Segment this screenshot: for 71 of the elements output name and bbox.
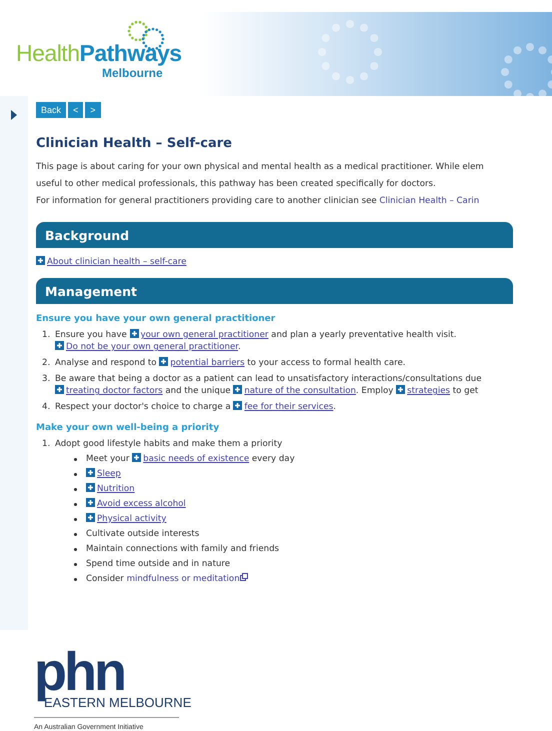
- expand-icon[interactable]: [86, 468, 95, 477]
- list-text: Do not be your own general practitioner.: [55, 341, 457, 353]
- expand-link[interactable]: Nutrition: [97, 484, 135, 494]
- bullet-text: Maintain connections with family and friends: [86, 543, 280, 555]
- list-number: 3.: [42, 373, 52, 386]
- expand-icon[interactable]: [396, 385, 406, 394]
- expand-icon[interactable]: [55, 341, 64, 350]
- external-link-icon: [240, 573, 248, 581]
- footer-logo: phn: [34, 645, 124, 699]
- list-number: 1.: [42, 329, 52, 342]
- expand-icon[interactable]: [86, 483, 95, 492]
- expand-link[interactable]: Sleep: [97, 469, 121, 479]
- expand-link[interactable]: fee for their services: [244, 402, 334, 412]
- bullet-icon: [74, 532, 77, 536]
- expand-link[interactable]: your own general practitioner: [140, 330, 268, 340]
- intro-text: This page is about caring for your own physical and mental health as a medical practitioner. While elem: [36, 161, 485, 173]
- list-text: treating doctor factors and the unique nature of the consultation. Employ strategies to get: [55, 385, 482, 397]
- expand-link[interactable]: basic needs of existence: [143, 454, 250, 464]
- expand-icon[interactable]: [86, 513, 95, 522]
- expand-icon[interactable]: [36, 256, 45, 265]
- bullet-text: Consider mindfulness or meditation: [86, 573, 248, 585]
- bullet-icon: [74, 472, 77, 476]
- list-number: 4.: [42, 401, 52, 413]
- bullet-icon: [74, 562, 77, 566]
- bullet-icon: [74, 518, 77, 520]
- list-text: Adopt good lifestyle habits and make them a priority: [55, 438, 282, 450]
- expand-icon[interactable]: [55, 385, 64, 394]
- list-number: 2.: [42, 357, 52, 369]
- expand-icon[interactable]: [130, 329, 139, 338]
- bullet-icon: [74, 502, 77, 506]
- expand-link[interactable]: About clinician health – self-care: [47, 257, 186, 267]
- logo-subtitle: Melbourne: [102, 67, 163, 79]
- back-button[interactable]: Back: [36, 102, 66, 118]
- nav-button[interactable]: <: [68, 102, 84, 118]
- list-text: Respect your doctor's choice to charge a fee for their services.: [55, 401, 336, 413]
- page-title: Clinician Health – Self-care: [36, 136, 233, 151]
- nav-button[interactable]: >: [85, 102, 101, 118]
- expand-link[interactable]: potential barriers: [170, 358, 245, 368]
- bullet-text: Meet your basic needs of existence every day: [86, 453, 295, 465]
- bullet-icon: [74, 548, 77, 550]
- logo-text: Pathways: [79, 40, 182, 67]
- intro-text: For information for general practitioners providing care to another clinician see Clinician Health – Carin: [36, 195, 480, 207]
- subheading: Ensure you have your own general practitioner: [36, 314, 276, 324]
- expand-icon[interactable]: [233, 401, 242, 410]
- list-number: 1.: [42, 438, 52, 450]
- expand-panel-icon[interactable]: [11, 110, 17, 120]
- bullet-icon: [74, 488, 77, 490]
- list-text: Analyse and respond to potential barriers to your access to formal health care.: [55, 357, 406, 369]
- expand-icon[interactable]: [159, 357, 168, 366]
- expand-link[interactable]: nature of the consultation: [244, 386, 356, 396]
- page-link[interactable]: Clinician Health – Carin: [379, 196, 480, 206]
- expand-link[interactable]: treating doctor factors: [66, 386, 163, 396]
- expand-link[interactable]: Physical activity: [97, 514, 166, 524]
- expand-link[interactable]: Avoid excess alcohol: [97, 499, 186, 509]
- section-header: Background: [36, 222, 513, 248]
- expand-link[interactable]: strategies: [407, 386, 450, 396]
- list-text: Be aware that being a doctor as a patient can lead to unsatisfactory interactions/consultations due: [55, 373, 482, 385]
- section-header: Management: [36, 278, 513, 304]
- bullet-text: Cultivate outside interests: [86, 528, 200, 540]
- expand-icon[interactable]: [132, 453, 142, 462]
- expand-link[interactable]: Do not be your own general practitioner: [66, 342, 238, 352]
- subheading: Make your own well-being a priority: [36, 423, 220, 433]
- logo-text: Health: [16, 40, 80, 67]
- bullet-icon: [74, 458, 77, 460]
- expand-icon[interactable]: [233, 385, 242, 394]
- external-link[interactable]: mindfulness or meditation: [126, 574, 240, 584]
- list-text: Ensure you have your own general practitioner and plan a yearly preventative health visit.: [55, 329, 457, 341]
- bullet-icon: [74, 578, 77, 580]
- expand-icon[interactable]: [86, 498, 95, 507]
- intro-text: useful to other medical professionals, this pathway has been created specifically for doctors.: [36, 178, 437, 190]
- bullet-text: Spend time outside and in nature: [86, 558, 230, 570]
